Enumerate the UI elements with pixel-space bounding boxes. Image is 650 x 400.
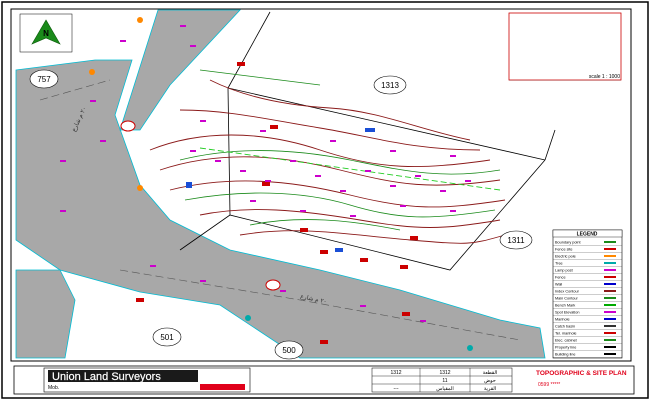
legend-item-label: Lamp post bbox=[555, 269, 574, 273]
legend-item-symbol bbox=[604, 283, 616, 285]
legend-item-symbol bbox=[604, 318, 616, 320]
road-marker-2 bbox=[265, 279, 281, 291]
legend-item-label: Fence bbox=[555, 276, 566, 280]
legend-item-symbol bbox=[604, 276, 616, 278]
north-label: N bbox=[43, 29, 49, 38]
number-left: 1312 bbox=[390, 370, 401, 376]
sheet-label: المقياس bbox=[436, 386, 453, 392]
legend-item-label: Main Contour bbox=[555, 297, 579, 301]
legend-item-symbol bbox=[604, 325, 616, 327]
parcel-label: حوض bbox=[484, 378, 496, 384]
phone-number: 0599 ***** bbox=[538, 382, 560, 388]
legend-item-symbol bbox=[604, 346, 616, 348]
legend-item-symbol bbox=[604, 297, 616, 299]
legend-item-label: Elec. cabinet bbox=[555, 339, 578, 343]
scale-text: scale 1 : 1000 bbox=[589, 74, 620, 80]
dash-value: --- bbox=[394, 386, 399, 392]
legend-item-symbol bbox=[604, 255, 616, 257]
legend-item-symbol bbox=[604, 241, 616, 243]
company-name: Union Land Surveyors bbox=[52, 371, 161, 383]
legend-item-label: Electric pole bbox=[555, 255, 576, 259]
legend-item-symbol bbox=[604, 290, 616, 292]
north-arrow: N bbox=[19, 13, 73, 53]
plot-value: 1312 bbox=[439, 370, 450, 376]
legend-item-symbol bbox=[604, 304, 616, 306]
parcel-1311: 1311 bbox=[507, 236, 525, 245]
legend-item-label: Bench Mark bbox=[555, 304, 575, 308]
legend-item-label: Spot Elevation bbox=[555, 311, 580, 315]
legend: LEGEND Boundary point Fence site Electric … bbox=[552, 229, 623, 359]
phone-label: Mob. bbox=[48, 385, 59, 391]
parcel-500: 500 bbox=[282, 346, 296, 355]
legend-item-symbol bbox=[604, 353, 616, 355]
legend-item-symbol bbox=[604, 332, 616, 334]
south-road bbox=[15, 269, 76, 359]
legend-item-label: Fence site bbox=[555, 248, 573, 252]
plot-label: القطعة bbox=[483, 370, 498, 376]
legend-item-label: Index Contour bbox=[555, 290, 580, 294]
legend-item-symbol bbox=[604, 248, 616, 250]
title-block: Union Land Surveyors Mob. 1312 --- القطع… bbox=[13, 365, 635, 395]
legend-item-symbol bbox=[604, 269, 616, 271]
legend-item-label: Tree bbox=[555, 262, 563, 266]
road-marker-1 bbox=[120, 120, 136, 132]
legend-item-symbol bbox=[604, 262, 616, 264]
village-label: القرية bbox=[484, 386, 496, 392]
key-plan-box bbox=[508, 12, 622, 81]
survey-plan: 757 1313 1311 501 500 ٢٠ م شارع ٢٠ م شار… bbox=[0, 0, 650, 400]
legend-item-label: Wall bbox=[555, 283, 562, 287]
parcel-value: 11 bbox=[442, 378, 447, 384]
legend-title: LEGEND bbox=[577, 232, 598, 238]
parcel-1313: 1313 bbox=[381, 81, 399, 90]
legend-item-label: Catch basin bbox=[555, 325, 575, 329]
legend-item-symbol bbox=[604, 339, 616, 341]
parcel-501: 501 bbox=[160, 333, 174, 342]
legend-item-label: Property line bbox=[555, 346, 576, 350]
legend-item-label: Tel. manhole bbox=[555, 332, 577, 336]
parcel-757: 757 bbox=[37, 75, 51, 84]
legend-item-label: Boundary point bbox=[555, 241, 581, 245]
legend-item-label: Building line bbox=[555, 353, 575, 357]
legend-item-label: Manhole bbox=[555, 318, 570, 322]
plan-canvas: 757 1313 1311 501 500 ٢٠ م شارع ٢٠ م شار… bbox=[1, 1, 649, 399]
legend-item-symbol bbox=[604, 311, 616, 313]
plan-title: TOPOGRAPHIC & SITE PLAN bbox=[536, 370, 627, 377]
